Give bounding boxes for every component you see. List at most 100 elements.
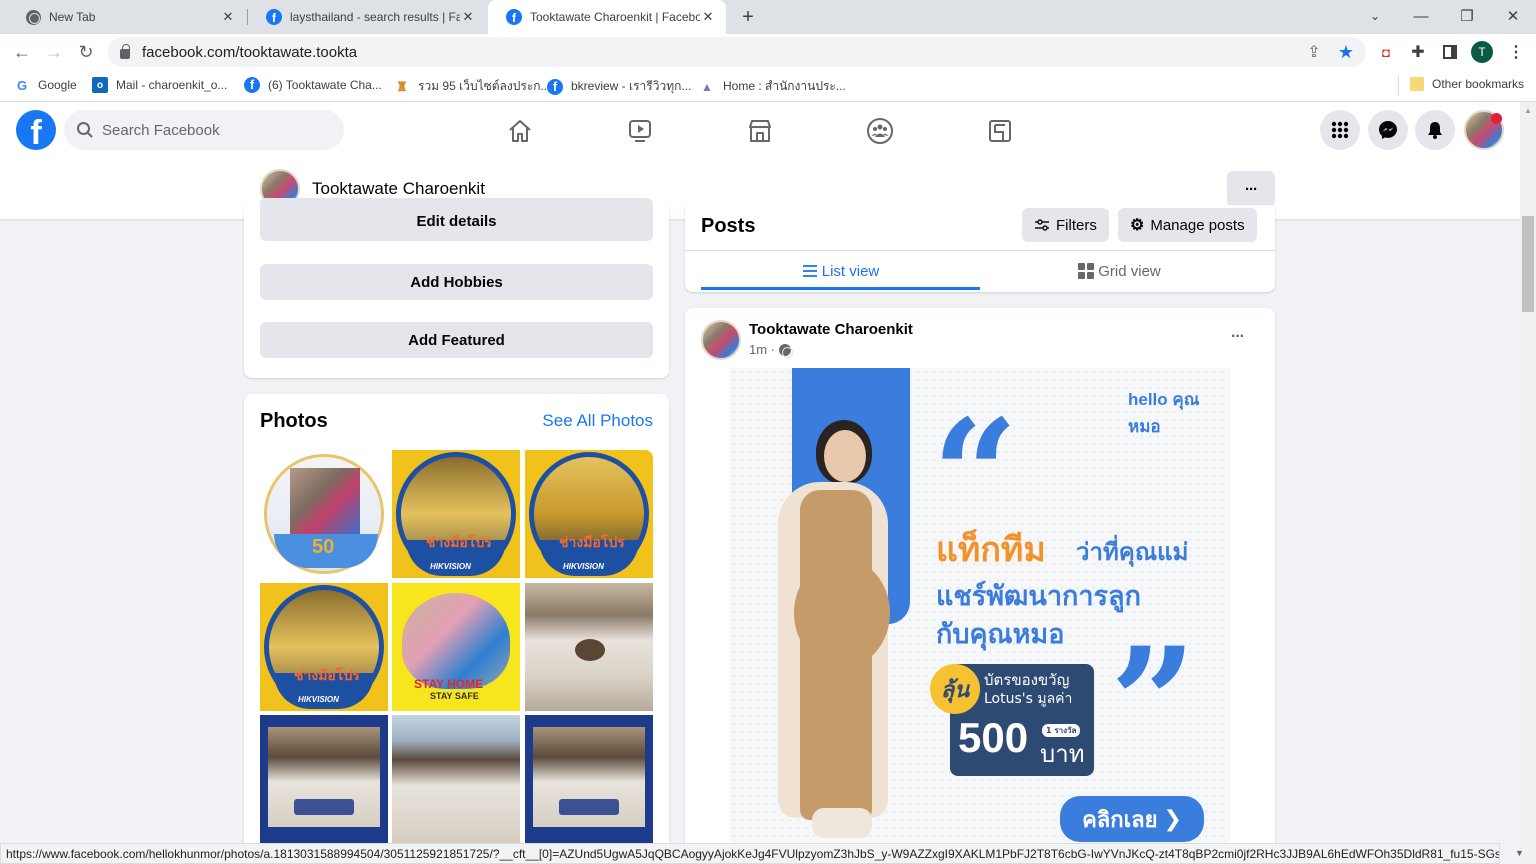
post-card: Tooktawate Charoenkit 1m · ··· hello คุณ… <box>685 308 1275 864</box>
facebook-logo[interactable]: f <box>16 110 56 150</box>
bookmark-label: Mail - charoenkit_o... <box>116 78 228 92</box>
close-tab-icon[interactable]: ✕ <box>460 9 476 25</box>
back-arrow-icon[interactable]: ← <box>7 37 37 67</box>
photos-title: Photos <box>260 410 328 432</box>
photo-thumbnail[interactable] <box>260 715 388 843</box>
post-time[interactable]: 1m · <box>749 342 775 357</box>
ad-headline-line1: ว่าที่คุณแม่ <box>1076 538 1189 566</box>
bookmark-95-websites[interactable]: ♜ รวม 95 เว็บไซต์ลงประก... <box>394 77 551 96</box>
post-author-name[interactable]: Tooktawate Charoenkit <box>749 321 913 338</box>
ad-cta-label: คลิกเลย <box>1082 807 1158 833</box>
nav-home[interactable] <box>464 106 576 156</box>
notifications-button[interactable] <box>1415 110 1455 150</box>
photo-thumbnail[interactable]: STAY HOME STAY SAFE <box>392 583 520 711</box>
other-bookmarks[interactable]: Other bookmarks <box>1410 77 1524 91</box>
restore-icon[interactable]: ❐ <box>1444 0 1490 32</box>
active-tab-indicator <box>701 287 980 290</box>
tab-grid-view[interactable]: Grid view <box>980 252 1259 290</box>
close-tab-icon[interactable]: ✕ <box>220 9 236 25</box>
tab-laysthailand[interactable]: f laysthailand - search results | Facebo… <box>248 0 486 34</box>
bookmark-label: รวม 95 เว็บไซต์ลงประก... <box>418 79 551 93</box>
globe-icon <box>779 343 793 358</box>
bookmark-star-icon[interactable]: ★ <box>1334 40 1358 64</box>
chrome-menu-icon[interactable]: ⋮ <box>1504 40 1528 64</box>
post-options-icon[interactable]: ··· <box>1231 328 1245 346</box>
new-tab-button[interactable]: + <box>736 5 760 29</box>
post-image-ad[interactable]: hello คุณหมอ “ แท็กทีม ว่าที่คุณแม่ แชร์… <box>730 368 1230 864</box>
facebook-top-nav: f Search Facebook <box>0 102 1520 159</box>
messenger-button[interactable] <box>1368 110 1408 150</box>
tab-new-tab[interactable]: New Tab ✕ <box>8 0 246 34</box>
photo-thumbnail[interactable]: ช่างมือโปร HIKVISION <box>392 450 520 578</box>
photo-thumbnail[interactable] <box>525 583 653 711</box>
nav-watch[interactable] <box>584 106 696 156</box>
photo-thumbnail[interactable]: ช่างมือโปร HIKVISION <box>260 583 388 711</box>
tab-label: List view <box>821 262 880 280</box>
bookmark-label: Google <box>38 78 77 92</box>
tab-search-chevron-icon[interactable]: ⌄ <box>1352 0 1398 32</box>
groups-icon <box>867 118 893 144</box>
bookmark-google[interactable]: G Google <box>14 77 77 93</box>
search-input[interactable]: Search Facebook <box>64 110 344 150</box>
forward-arrow-icon[interactable]: → <box>39 37 69 67</box>
edit-details-button[interactable]: Edit details <box>260 198 653 241</box>
browser-tab-strip: New Tab ✕ f laysthailand - search result… <box>0 0 1536 34</box>
facebook-icon: f <box>547 78 563 95</box>
ad-prize-amount: 500 <box>958 714 1029 761</box>
tab-label: Grid view <box>1098 262 1161 280</box>
scroll-up-arrow-icon[interactable]: ▲ <box>1524 106 1532 115</box>
photo-caption: ช่างมือโปร <box>559 535 625 551</box>
photo-caption: STAY HOME <box>414 677 484 691</box>
grid-menu-icon <box>1331 121 1349 139</box>
home-icon <box>509 120 531 142</box>
lock-icon <box>120 44 130 59</box>
ad-brand-logo: hello คุณหมอ <box>1128 390 1200 436</box>
close-tab-icon[interactable]: ✕ <box>700 9 716 25</box>
ad-cta-button[interactable]: คลิกเลย ❯ <box>1060 796 1204 842</box>
search-icon <box>77 122 93 138</box>
profile-name[interactable]: Tooktawate Charoenkit <box>312 179 485 199</box>
see-all-photos-link[interactable]: See All Photos <box>542 411 653 431</box>
menu-button[interactable] <box>1320 110 1360 150</box>
photo-thumbnail[interactable]: 50 <box>260 450 388 578</box>
photo-50th-label: 50 <box>312 536 335 558</box>
ad-figure-face <box>824 430 866 482</box>
outlook-icon: o <box>92 77 108 93</box>
tab-tooktawate[interactable]: f Tooktawate Charoenkit | Facebook ✕ <box>488 0 726 34</box>
photo-thumbnail[interactable] <box>392 715 520 843</box>
bookmark-bkreview[interactable]: f bkreview - เรารีวิวทุก... <box>547 77 691 96</box>
post-author-avatar[interactable] <box>701 320 741 360</box>
chevron-right-icon: ❯ <box>1163 806 1182 832</box>
scrollbar-thumb[interactable] <box>1522 216 1534 312</box>
ad-figure-shoes <box>812 808 872 838</box>
marketplace-icon <box>749 120 771 142</box>
watch-icon <box>629 120 651 142</box>
share-icon[interactable]: ⇪ <box>1302 40 1326 64</box>
side-panel-icon[interactable] <box>1438 40 1462 64</box>
bell-icon <box>1428 122 1442 139</box>
add-hobbies-button[interactable]: Add Hobbies <box>260 264 653 300</box>
tab-list-view[interactable]: List view <box>701 252 980 290</box>
photo-brand: HIKVISION <box>430 562 471 571</box>
photo-thumbnail[interactable] <box>525 715 653 843</box>
extension-shield-icon[interactable]: ◘ <box>1374 40 1398 64</box>
add-featured-button[interactable]: Add Featured <box>260 322 653 358</box>
nav-gaming[interactable] <box>944 106 1056 156</box>
profile-avatar[interactable]: T <box>1471 41 1493 63</box>
more-options-button[interactable]: ··· <box>1227 171 1275 207</box>
bookmark-home[interactable]: ▲ Home : สำนักงานประ... <box>699 77 846 96</box>
address-bar[interactable]: facebook.com/tooktawate.tookta <box>108 37 1366 67</box>
reload-icon[interactable]: ↻ <box>71 37 101 67</box>
bookmark-mail[interactable]: o Mail - charoenkit_o... <box>92 77 227 93</box>
minimize-icon[interactable]: — <box>1398 0 1444 32</box>
close-window-icon[interactable]: ✕ <box>1490 0 1536 32</box>
photo-thumbnail[interactable]: ช่างมือโปร HIKVISION <box>525 450 653 578</box>
filters-button[interactable]: Filters <box>1022 208 1109 242</box>
bookmark-tooktawate[interactable]: f (6) Tooktawate Cha... <box>244 77 382 93</box>
nav-marketplace[interactable] <box>704 106 816 156</box>
nav-groups[interactable] <box>824 106 936 156</box>
bookmark-label: Home : สำนักงานประ... <box>723 79 846 93</box>
manage-posts-button[interactable]: ⚙ Manage posts <box>1118 208 1257 242</box>
extensions-puzzle-icon[interactable]: ✚ <box>1406 40 1430 64</box>
gaming-icon <box>989 120 1011 142</box>
